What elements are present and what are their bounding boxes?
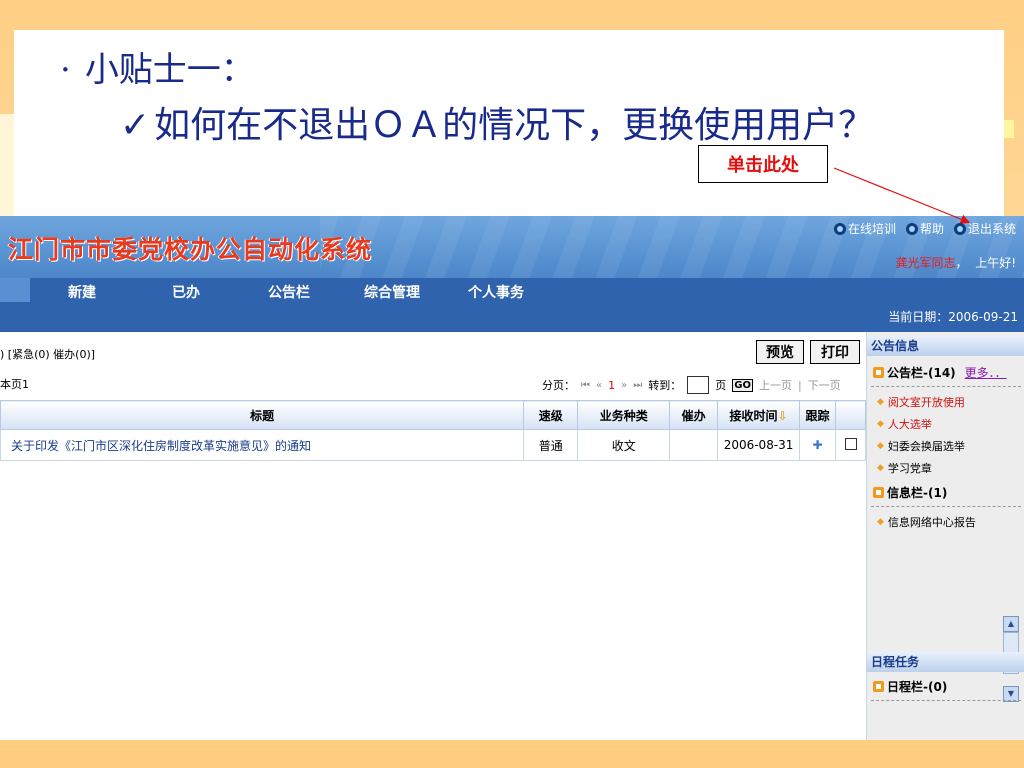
divider xyxy=(871,386,1021,387)
oa-screenshot: 江门市市委党校办公自动化系统 在线培训 帮助 退出系统 龚光军同志， 上午好! … xyxy=(0,216,1024,740)
folder-icon xyxy=(873,487,884,498)
doc-title-link[interactable]: 关于印发《江门市区深化住房制度改革实施意见》的通知 xyxy=(0,429,525,461)
col-urge[interactable]: 催办 xyxy=(669,400,719,430)
nav-done[interactable]: 已办 xyxy=(172,282,200,302)
diamond-icon: ◆ xyxy=(877,419,884,429)
notice-item[interactable]: ◆ 阅文室开放使用 xyxy=(877,394,965,410)
document-list-pane: ) [紧急(0) 催办(0)] 本页1 预览 打印 分页： ⏮ « 1 » ⏭ … xyxy=(0,332,866,740)
document-table: 标题 速级 业务种类 催办 接收时间⇩ 跟踪 关于印发《江门市区深化住房制度改革… xyxy=(0,400,866,461)
right-sidebar: 公告信息 公告栏-(14) 更多．． ◆ 阅文室开放使用 ◆ 人大选举 ◆ 妇委会换届选… xyxy=(866,332,1024,740)
nav-new[interactable]: 新建 xyxy=(68,282,96,302)
folder-icon xyxy=(873,681,884,692)
diamond-icon: ◆ xyxy=(877,463,884,473)
page-info: 本页1 xyxy=(0,378,29,391)
col-title[interactable]: 标题 xyxy=(0,400,525,430)
goto-page-input[interactable] xyxy=(687,376,710,394)
current-page: 1 xyxy=(608,378,616,392)
doc-type: 收文 xyxy=(577,429,671,461)
count-summary: ) [紧急(0) 催办(0)] xyxy=(0,348,96,361)
oa-header: 江门市市委党校办公自动化系统 在线培训 帮助 退出系统 龚光军同志， 上午好! xyxy=(0,216,1024,278)
bullet-title: 小贴士一： xyxy=(84,50,255,90)
prev-icon[interactable]: « xyxy=(596,380,602,391)
greeting-text: 上午好! xyxy=(975,256,1016,270)
top-links: 在线培训 帮助 退出系统 xyxy=(833,220,1016,237)
diamond-icon: ◆ xyxy=(877,517,884,527)
greeting: 龚光军同志， 上午好! xyxy=(895,256,1016,270)
notice-item[interactable]: ◆ 妇委会换届选举 xyxy=(877,438,965,454)
link-logout[interactable]: 退出系统 xyxy=(953,220,1016,237)
next-icon[interactable]: » xyxy=(621,380,627,391)
bullet-dot: · xyxy=(60,50,71,90)
go-button[interactable]: GO xyxy=(732,378,753,392)
table-row[interactable]: 关于印发《江门市区深化住房制度改革实施意见》的通知 普通 收文 2006-08-… xyxy=(0,429,866,461)
diamond-icon: ◆ xyxy=(877,397,884,407)
nav-personal[interactable]: 个人事务 xyxy=(468,282,524,302)
diamond-icon: ◆ xyxy=(877,441,884,451)
notice-subhead: 公告栏-(14) 更多．． xyxy=(873,364,1007,381)
tip-text: 如何在不退出ＯＡ的情况下，更换使用用户？ xyxy=(154,105,875,146)
track-icon[interactable]: ✚ xyxy=(799,429,836,461)
prev-page-link[interactable]: 上一页 xyxy=(759,377,792,393)
current-date: 当前日期：2006-09-21 xyxy=(888,310,1018,324)
preview-button[interactable]: 预览 xyxy=(756,340,804,364)
date-bar: 当前日期：2006-09-21 xyxy=(0,302,1024,332)
doc-urge xyxy=(669,429,719,461)
next-page-link[interactable]: 下一页 xyxy=(808,377,841,393)
col-speed[interactable]: 速级 xyxy=(523,400,579,430)
pager: 分页： ⏮ « 1 » ⏭ 转到： 页 GO 上一页 | 下一页 xyxy=(542,376,841,394)
sort-arrow-icon: ⇩ xyxy=(777,408,788,423)
globe-icon xyxy=(833,222,846,235)
schedule-head: 日程任务 xyxy=(867,652,1024,672)
user-name: 龚光军同志 xyxy=(895,256,956,270)
col-track[interactable]: 跟踪 xyxy=(799,400,836,430)
scroll-up-button[interactable]: ▲ xyxy=(1003,616,1019,632)
schedule-subhead: 日程栏-(0) xyxy=(873,678,947,695)
more-link[interactable]: 更多．． xyxy=(965,364,1007,381)
globe-icon xyxy=(953,222,966,235)
first-page-icon[interactable]: ⏮ xyxy=(581,380,590,391)
link-online-training[interactable]: 在线培训 xyxy=(833,220,896,237)
check-icon: ✓ xyxy=(120,105,151,146)
table-header-row: 标题 速级 业务种类 催办 接收时间⇩ 跟踪 xyxy=(0,400,866,430)
main-nav: 新建 已办 公告栏 综合管理 个人事务 xyxy=(0,278,1024,302)
nav-bulletin[interactable]: 公告栏 xyxy=(268,282,310,302)
print-button[interactable]: 打印 xyxy=(810,340,860,364)
folder-icon xyxy=(873,367,884,378)
col-time[interactable]: 接收时间⇩ xyxy=(717,400,801,430)
doc-time: 2006-08-31 xyxy=(717,429,801,461)
col-type[interactable]: 业务种类 xyxy=(577,400,671,430)
link-help[interactable]: 帮助 xyxy=(905,220,944,237)
notice-item[interactable]: ◆ 学习党章 xyxy=(877,460,932,476)
divider xyxy=(871,506,1021,507)
notice-head: 公告信息 xyxy=(867,336,1024,356)
nav-home-tab[interactable] xyxy=(0,278,30,302)
col-select xyxy=(835,400,866,430)
slide-bottom-strip xyxy=(0,740,1024,768)
globe-icon xyxy=(905,222,918,235)
doc-speed: 普通 xyxy=(523,429,579,461)
nav-management[interactable]: 综合管理 xyxy=(364,282,420,302)
info-item[interactable]: ◆ 信息网络中心报告 xyxy=(877,514,976,530)
divider xyxy=(871,700,1021,701)
callout-click-here: 单击此处 xyxy=(698,145,828,183)
last-page-icon[interactable]: ⏭ xyxy=(633,380,642,391)
row-checkbox[interactable] xyxy=(835,429,866,461)
bullet-heading: · 小贴士一： xyxy=(60,42,255,91)
info-subhead: 信息栏-(1) xyxy=(873,484,947,501)
notice-item[interactable]: ◆ 人大选举 xyxy=(877,416,932,432)
oa-system-title: 江门市市委党校办公自动化系统 xyxy=(8,235,373,264)
tip-question: ✓ 如何在不退出ＯＡ的情况下，更换使用用户？ xyxy=(120,104,940,148)
